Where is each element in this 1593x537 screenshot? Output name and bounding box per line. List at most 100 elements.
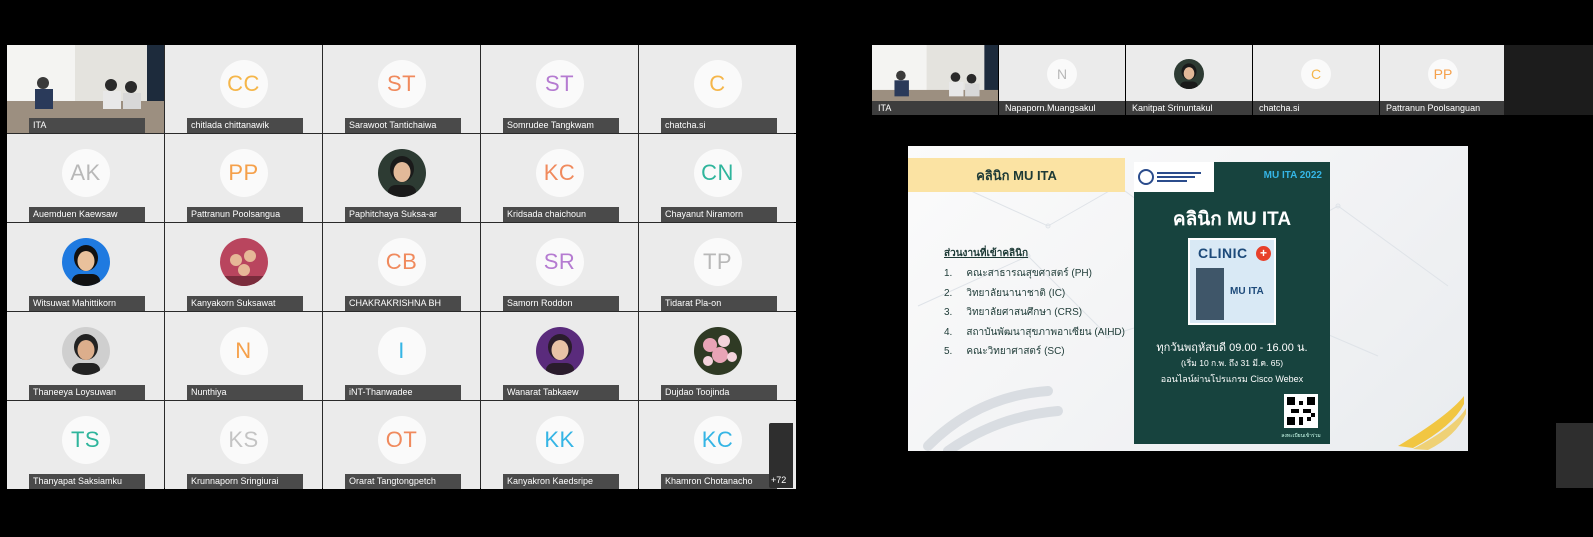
- participant-name: Dujdao Toojinda: [661, 385, 777, 400]
- gallery-tile[interactable]: AK Auemduen Kaewsaw: [7, 134, 164, 222]
- schedule-text: ทุกวันพฤหัสบดี 09.00 - 16.00 น.: [1156, 342, 1308, 354]
- participant-name: chatcha.si: [661, 118, 777, 133]
- initials-avatar: C: [693, 59, 742, 108]
- gallery-tile[interactable]: Dujdao Toojinda: [639, 312, 796, 400]
- initials-avatar: ST: [377, 59, 426, 108]
- gallery-tile[interactable]: Witsuwat Mahittikorn: [7, 223, 164, 311]
- filmstrip-tile[interactable]: PP Pattranun Poolsanguan: [1380, 45, 1506, 115]
- participant-name: Thanyapat Saksiamku: [29, 474, 145, 489]
- participant-name: Wanarat Tabkaew: [503, 385, 619, 400]
- gallery-tile[interactable]: Paphitchaya Suksa-ar: [323, 134, 480, 222]
- participant-name: Kanitpat Srinuntakul: [1126, 101, 1252, 115]
- initials-avatar: CB: [377, 237, 426, 286]
- profile-photo: [61, 326, 110, 375]
- initials-avatar: KC: [535, 148, 584, 197]
- participant-name: Nunthiya: [187, 385, 303, 400]
- participant-name: Tidarat Pla-on: [661, 296, 777, 311]
- clinic-sign-label: MU ITA: [1230, 286, 1264, 297]
- meeting-stage: ITA N Napaporn.Muangsakul Kanitpat Srinunt…: [872, 45, 1593, 488]
- filmstrip-tile[interactable]: Cchatcha.si: [1253, 45, 1379, 115]
- clinic-sign-icon: CLINIC + MU ITA: [1188, 238, 1276, 325]
- initials-avatar: I: [377, 326, 426, 375]
- clinic-card: MU ITA 2022 คลินิก MU ITA CLINIC + MU IT…: [1134, 162, 1330, 444]
- filmstrip-tile[interactable]: Kanitpat Srinuntakul: [1126, 45, 1252, 115]
- gallery-tile[interactable]: ST Sarawoot Tantichaiwa: [323, 45, 480, 133]
- right-edge-tab[interactable]: [1556, 423, 1593, 488]
- gallery-tile[interactable]: ITA: [7, 45, 164, 133]
- overflow-count[interactable]: +72: [771, 475, 786, 485]
- platform-text: ออนไลน์ผ่านโปรแกรม Cisco Webex: [1160, 374, 1304, 384]
- participant-name: Pattranun Poolsanguan: [1380, 101, 1506, 115]
- profile-photo: [693, 326, 742, 375]
- participant-name: ITA: [29, 118, 145, 133]
- participant-name: chitlada chittanawik: [187, 118, 303, 133]
- initials-avatar: KK: [535, 415, 584, 464]
- card-title: คลินิก MU ITA: [1172, 209, 1292, 230]
- unit-number: 4.: [944, 326, 953, 338]
- gallery-tile[interactable]: IiNT-Thanwadee: [323, 312, 480, 400]
- profile-photo: [535, 326, 584, 375]
- qr-caption: ลงทะเบียนเข้าร่วม: [1281, 433, 1321, 439]
- unit-number: 2.: [944, 287, 953, 299]
- units-heading: ส่วนงานที่เข้าคลินิก: [944, 248, 1029, 259]
- participant-name: Paphitchaya Suksa-ar: [345, 207, 461, 222]
- initials-avatar: CN: [693, 148, 742, 197]
- participant-name: Witsuwat Mahittikorn: [29, 296, 145, 311]
- profile-photo: [61, 237, 110, 286]
- initials-avatar: CC: [219, 59, 268, 108]
- gallery-view: ITA CC chitlada chittanawik ST Sarawoot Tant…: [7, 45, 796, 489]
- gallery-tile[interactable]: CB CHAKRAKRISHNA BH: [323, 223, 480, 311]
- unit-item: 1. คณะสาธารณสุขศาสตร์ (PH): [944, 264, 1125, 284]
- initials-avatar: SR: [535, 237, 584, 286]
- initials-avatar: AK: [61, 148, 110, 197]
- logo-wordmark: [1157, 172, 1201, 182]
- gallery-tile[interactable]: Thaneeya Loysuwan: [7, 312, 164, 400]
- gallery-tile[interactable]: TS Thanyapat Saksiamku: [7, 401, 164, 489]
- initials-avatar: TP: [693, 237, 742, 286]
- participant-name: Chayanut Niramorn: [661, 207, 777, 222]
- card-tag: MU ITA 2022: [1263, 170, 1322, 181]
- participant-name: Auemduen Kaewsaw: [29, 207, 145, 222]
- filmstrip-tile[interactable]: N Napaporn.Muangsakul: [999, 45, 1125, 115]
- unit-name: วิทยาลัยศาสนศึกษา (CRS): [966, 307, 1083, 318]
- gallery-tile[interactable]: ST Somrudee Tangkwam: [481, 45, 638, 133]
- filmstrip-empty-area: [1504, 45, 1593, 115]
- participant-name: iNT-Thanwadee: [345, 385, 461, 400]
- gallery-tile[interactable]: Kanyakorn Suksawat: [165, 223, 322, 311]
- participant-name: Thaneeya Loysuwan: [29, 385, 145, 400]
- unit-item: 2. วิทยาลัยนานาชาติ (IC): [944, 284, 1125, 304]
- gallery-tile[interactable]: TP Tidarat Pla-on: [639, 223, 796, 311]
- unit-name: สถาบันพัฒนาสุขภาพอาเซียน (AIHD): [966, 326, 1125, 338]
- gallery-tile[interactable]: PP Pattranun Poolsangua: [165, 134, 322, 222]
- gallery-tile[interactable]: KK Kanyakron Kaedsripe: [481, 401, 638, 489]
- gallery-tile[interactable]: OT Orarat Tangtongpetch: [323, 401, 480, 489]
- gallery-tile[interactable]: N Nunthiya: [165, 312, 322, 400]
- gallery-tile[interactable]: Cchatcha.si: [639, 45, 796, 133]
- initials-avatar: KS: [219, 415, 268, 464]
- university-seal-icon: [1138, 169, 1154, 185]
- participant-name: Napaporn.Muangsakul: [999, 101, 1125, 115]
- unit-item: 4. สถาบันพัฒนาสุขภาพอาเซียน (AIHD): [944, 323, 1125, 343]
- filmstrip-tile[interactable]: ITA: [872, 45, 998, 115]
- participant-name: Somrudee Tangkwam: [503, 118, 619, 133]
- gallery-tile[interactable]: CC chitlada chittanawik: [165, 45, 322, 133]
- door-icon: [1196, 268, 1224, 320]
- gallery-tile[interactable]: SR Samorn Roddon: [481, 223, 638, 311]
- initials-avatar: PP: [1428, 59, 1458, 90]
- gallery-tile[interactable]: KC Kridsada chaichoun: [481, 134, 638, 222]
- initials-avatar: TS: [61, 415, 110, 464]
- participant-name: ITA: [872, 101, 998, 115]
- shared-screen[interactable]: คลินิก MU ITA ส่วนงานที่เข้าคลินิก 1. คณ…: [908, 117, 1468, 488]
- participant-name: Sarawoot Tantichaiwa: [345, 118, 461, 133]
- gallery-tile[interactable]: Wanarat Tabkaew: [481, 312, 638, 400]
- university-logo: [1134, 162, 1214, 192]
- unit-name: คณะวิทยาศาสตร์ (SC): [966, 346, 1065, 357]
- gallery-tile[interactable]: CN Chayanut Niramorn: [639, 134, 796, 222]
- initials-avatar: ST: [535, 59, 584, 108]
- participant-name: Kanyakorn Suksawat: [187, 296, 303, 311]
- unit-item: 3. วิทยาลัยศาสนศึกษา (CRS): [944, 303, 1125, 323]
- gallery-tile[interactable]: KS Krunnaporn Sringiurai: [165, 401, 322, 489]
- unit-name: คณะสาธารณสุขศาสตร์ (PH): [966, 268, 1092, 279]
- medical-cross-icon: +: [1256, 246, 1271, 261]
- participant-name: Kanyakron Kaedsripe: [503, 474, 619, 489]
